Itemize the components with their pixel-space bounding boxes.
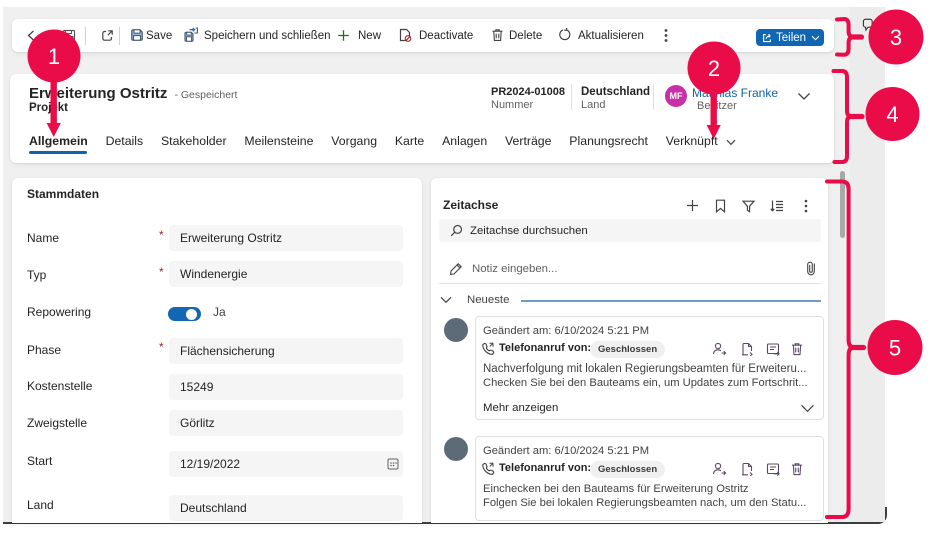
svg-text:1: 1: [48, 44, 60, 69]
svg-text:3: 3: [890, 25, 902, 50]
svg-text:5: 5: [889, 336, 901, 361]
svg-text:4: 4: [886, 102, 898, 127]
svg-text:2: 2: [708, 56, 720, 81]
